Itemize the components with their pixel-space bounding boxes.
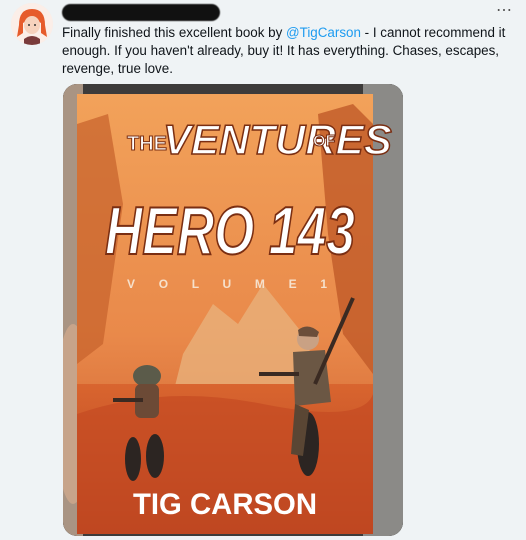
- title-ventures: VENTURES: [163, 116, 392, 163]
- avatar-illustration: [11, 3, 53, 45]
- book-cover-photo: THE VENTURES OF HERO 143 V O L U M E 1 T…: [63, 84, 403, 536]
- redacted-username: [62, 4, 220, 21]
- title-of: OF: [313, 133, 335, 150]
- title-the: THE: [127, 133, 167, 155]
- author-name: TIG CARSON: [133, 488, 317, 521]
- title-hero-143: HERO 143: [105, 193, 355, 269]
- mention-link[interactable]: @TigCarson: [286, 25, 361, 40]
- tweet-text-start: Finally finished this excellent book by: [62, 25, 287, 40]
- user-avatar[interactable]: [11, 3, 53, 45]
- more-options-icon[interactable]: ⋯: [496, 0, 513, 20]
- tweet-text: Finally finished this excellent book by …: [62, 24, 514, 78]
- tweet-photo[interactable]: THE VENTURES OF HERO 143 V O L U M E 1 T…: [63, 84, 403, 536]
